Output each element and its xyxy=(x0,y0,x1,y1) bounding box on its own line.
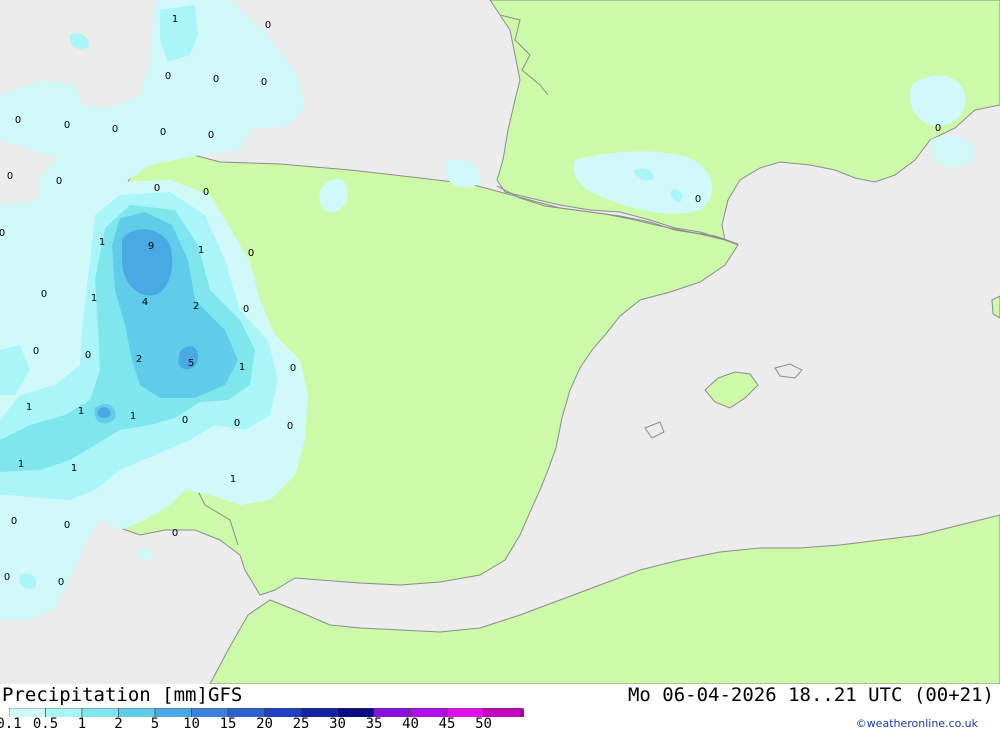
legend-label: 35 xyxy=(365,716,383,732)
precip-value: 1 xyxy=(99,237,105,248)
credit-link[interactable]: ©weatheronline.co.uk xyxy=(856,717,978,730)
precip-value: 1 xyxy=(78,406,84,417)
legend-label: 40 xyxy=(402,716,419,732)
legend-labels: 0.1 0.5 1 2 5 10 15 20 25 30 35 40 45 50 xyxy=(0,716,530,732)
legend-label: 15 xyxy=(219,716,237,732)
precip-value: 0 xyxy=(208,130,214,141)
precip-value: 1 xyxy=(230,474,236,485)
precip-value: 0 xyxy=(64,120,70,131)
precip-value: 9 xyxy=(148,241,154,252)
precip-value: 0 xyxy=(182,415,188,426)
precip-value: 1 xyxy=(130,411,136,422)
precip-value: 0 xyxy=(0,228,5,239)
precip-value: 0 xyxy=(56,176,62,187)
precip-value: 0 xyxy=(4,572,10,583)
legend-label: 2 xyxy=(114,716,123,732)
precip-value: 1 xyxy=(71,463,77,474)
legend-label: 50 xyxy=(475,716,492,732)
precip-value: 0 xyxy=(695,194,701,205)
precip-value: 0 xyxy=(172,528,178,539)
legend-label: 10 xyxy=(183,716,200,732)
legend-label: 25 xyxy=(292,716,310,732)
precip-value: 0 xyxy=(58,577,64,588)
precip-value: 0 xyxy=(203,187,209,198)
legend-label: 1 xyxy=(77,716,87,732)
precip-value: 5 xyxy=(188,358,194,369)
legend-label: 20 xyxy=(256,716,273,732)
precip-value: 2 xyxy=(193,301,199,312)
precip-value: 0 xyxy=(261,77,267,88)
legend-label: 0.1 xyxy=(0,716,22,732)
precip-value: 4 xyxy=(142,297,148,308)
precip-value: 0 xyxy=(64,520,70,531)
precip-value: 0 xyxy=(290,363,296,374)
precip-value: 0 xyxy=(7,171,13,182)
precip-value: 1 xyxy=(91,293,97,304)
precip-value: 0 xyxy=(248,248,254,259)
precip-value: 1 xyxy=(26,402,32,413)
precip-value: 1 xyxy=(18,459,24,470)
precip-value: 0 xyxy=(33,346,39,357)
precip-value: 0 xyxy=(265,20,271,31)
precip-value: 0 xyxy=(160,127,166,138)
precip-value: 0 xyxy=(85,350,91,361)
legend-label: 45 xyxy=(438,716,456,732)
precip-value: 0 xyxy=(41,289,47,300)
precip-value: 0 xyxy=(287,421,293,432)
precip-value: 1 xyxy=(239,362,245,373)
precip-value: 2 xyxy=(136,354,142,365)
map-title: Precipitation [mm] xyxy=(2,684,208,706)
model-name: GFS xyxy=(208,684,243,706)
precip-value: 0 xyxy=(234,418,240,429)
map-footer: Precipitation [mm] GFS Mo 06-04-2026 18.… xyxy=(0,684,1000,733)
precip-value: 0 xyxy=(213,74,219,85)
precip-value: 0 xyxy=(15,115,21,126)
precip-value: 0 xyxy=(11,516,17,527)
precip-value: 0 xyxy=(112,124,118,135)
legend-label: 0.5 xyxy=(32,716,59,732)
precip-value: 0 xyxy=(935,123,941,134)
precip-value: 0 xyxy=(243,304,249,315)
precip-value: 0 xyxy=(154,183,160,194)
precip-value: 1 xyxy=(198,245,204,256)
precipitation-map: 1 0 0 0 0 0 0 0 0 0 0 0 0 0 0 0 0 1 9 1 … xyxy=(0,0,1000,685)
legend-label: 30 xyxy=(329,716,346,732)
map-canvas: 1 0 0 0 0 0 0 0 0 0 0 0 0 0 0 0 0 1 9 1 … xyxy=(0,0,1000,685)
legend-label: 5 xyxy=(150,716,160,732)
precip-value: 0 xyxy=(165,71,171,82)
valid-time: Mo 06-04-2026 18..21 UTC (00+21) xyxy=(627,684,994,706)
precip-value: 1 xyxy=(172,14,178,25)
